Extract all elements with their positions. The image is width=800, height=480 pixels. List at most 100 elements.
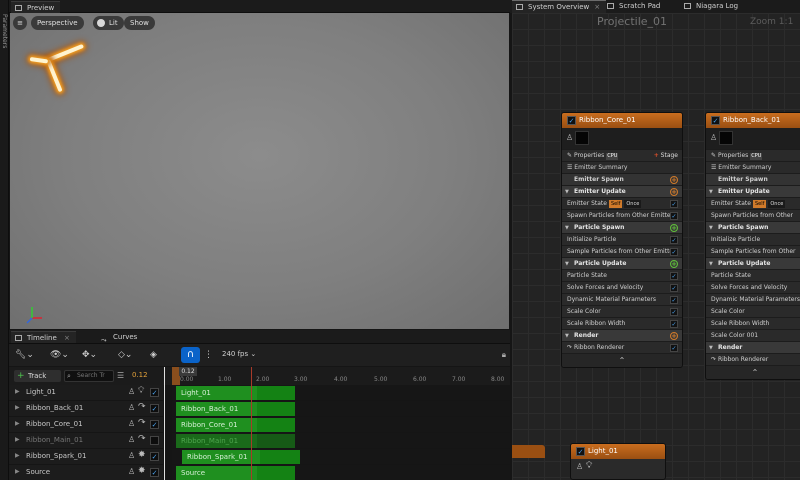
emitter-state-row[interactable]: Emitter State Self Once <box>706 197 800 209</box>
node-header[interactable]: ✓ Light_01 <box>571 444 665 459</box>
particle-update-section[interactable]: Particle Update <box>706 257 800 270</box>
emitter-summary-row[interactable]: ☰ Emitter Summary <box>562 161 682 173</box>
expand-arrow-icon[interactable]: ▶ <box>15 436 20 443</box>
module-row[interactable]: Dynamic Material Parameters <box>706 293 800 305</box>
emitter-summary-row[interactable]: ☰ Emitter Summary <box>706 161 800 173</box>
playhead-line[interactable] <box>164 367 165 480</box>
end-range-line[interactable] <box>251 367 252 480</box>
isolate-icon[interactable]: ♙ <box>128 435 135 444</box>
tab-preview[interactable]: Preview <box>11 1 61 13</box>
node-header[interactable]: ✓ Ribbon_Core_01 <box>562 113 682 128</box>
module-row[interactable]: Spawn Particles from Other Emitter ✓ <box>562 209 682 221</box>
isolate-icon[interactable]: ♙ <box>710 133 717 142</box>
module-row[interactable]: Initialize Particle <box>706 233 800 245</box>
module-row[interactable]: Solve Forces and Velocity <box>706 281 800 293</box>
add-module-icon[interactable]: + <box>670 260 678 268</box>
expand-arrow-icon[interactable]: ▶ <box>15 468 20 475</box>
track-header[interactable]: ▶ Ribbon_Back_01 ♙ ↷ ✓ <box>9 401 163 416</box>
track-row[interactable]: ▶ Ribbon_Main_01 ♙ ↷ Ribbon_Main_01 <box>9 433 510 449</box>
tab-curves[interactable]: ⤳ Curves <box>97 331 143 344</box>
track-section-bar[interactable]: Ribbon_Back_01 <box>176 402 295 416</box>
expand-arrow-icon[interactable]: ▶ <box>15 388 20 395</box>
module-row[interactable]: Scale Color <box>706 305 800 317</box>
add-module-icon[interactable]: + <box>670 188 678 196</box>
emitter-node-light[interactable]: ✓ Light_01 ♙ 💡︎ <box>570 443 666 480</box>
module-row[interactable]: Spawn Particles from Other Em <box>706 209 800 231</box>
track-enabled-checkbox[interactable]: ✓ <box>150 404 159 413</box>
module-enabled-checkbox[interactable]: ✓ <box>670 236 678 244</box>
add-module-icon[interactable]: + <box>670 224 678 232</box>
track-enabled-checkbox[interactable] <box>150 436 159 445</box>
emitter-update-section[interactable]: Emitter Update <box>706 185 800 198</box>
track-section-bar[interactable]: Ribbon_Main_01 <box>176 434 295 448</box>
track-enabled-checkbox[interactable]: ✓ <box>150 452 159 461</box>
properties-row[interactable]: ✎ Properties CPU + Stage <box>562 149 682 161</box>
track-lane[interactable]: Ribbon_Spark_01 <box>172 449 510 464</box>
module-row[interactable]: Scale Ribbon Width <box>706 317 800 329</box>
emitter-spawn-row[interactable]: Emitter Spawn + <box>562 173 682 185</box>
track-row[interactable]: ▶ Source ♙ ✸ ✓ Source <box>9 465 510 480</box>
track-lane[interactable]: Ribbon_Core_01 <box>172 417 510 432</box>
module-row[interactable]: Dynamic Material Parameters ✓ <box>562 293 682 305</box>
module-row[interactable]: Solve Forces and Velocity ✓ <box>562 281 682 293</box>
track-enabled-checkbox[interactable]: ✓ <box>150 388 159 397</box>
track-row[interactable]: ▶ Ribbon_Spark_01 ♙ ✸ ✓ Ribbon_Spark_01 <box>9 449 510 465</box>
lit-button[interactable]: Lit <box>93 16 124 30</box>
tab-timeline[interactable]: Timeline × <box>11 331 76 343</box>
emitter-node-ribbon-back[interactable]: ✓ Ribbon_Back_01 ♙ ✎ Properties CPU ☰ Emi… <box>705 112 800 380</box>
show-button[interactable]: Show <box>124 16 155 30</box>
filter-icon[interactable]: ☰ <box>117 371 124 380</box>
track-section-bar[interactable]: Ribbon_Core_01 <box>176 418 295 432</box>
emitter-enabled-checkbox[interactable]: ✓ <box>711 116 720 125</box>
parameters-side-tab[interactable]: Parameters <box>0 0 9 480</box>
add-track-button[interactable]: + Track <box>14 370 61 382</box>
isolate-icon[interactable]: ♙ <box>128 467 135 476</box>
module-enabled-checkbox[interactable]: ✓ <box>670 296 678 304</box>
expand-arrow-icon[interactable]: ▶ <box>15 452 20 459</box>
module-enabled-checkbox[interactable]: ✓ <box>670 272 678 280</box>
emitter-enabled-checkbox[interactable]: ✓ <box>567 116 576 125</box>
module-row[interactable]: Scale Color ✓ <box>562 305 682 317</box>
module-enabled-checkbox[interactable]: ✓ <box>670 320 678 328</box>
emitter-update-section[interactable]: Emitter Update + <box>562 185 682 198</box>
auto-key-icon[interactable]: ◈ <box>150 349 157 361</box>
module-enabled-checkbox[interactable]: ✓ <box>670 248 678 256</box>
tab-system-overview[interactable]: System Overview × <box>512 0 607 13</box>
track-enabled-checkbox[interactable]: ✓ <box>150 420 159 429</box>
emitter-enabled-checkbox[interactable]: ✓ <box>576 447 585 456</box>
track-enabled-checkbox[interactable]: ✓ <box>150 468 159 477</box>
module-row[interactable]: Initialize Particle ✓ <box>562 233 682 245</box>
isolate-icon[interactable]: ♙ <box>128 451 135 460</box>
module-row[interactable]: Scale Color 001 <box>706 329 800 341</box>
track-header[interactable]: ▶ Ribbon_Main_01 ♙ ↷ <box>9 433 163 448</box>
eye-icon[interactable]: 👁︎⌄ <box>50 349 69 361</box>
current-time-readout[interactable]: 0.12 <box>132 371 148 379</box>
perspective-button[interactable]: Perspective <box>31 16 84 30</box>
module-enabled-checkbox[interactable]: ✓ <box>670 212 678 220</box>
more-options-icon[interactable]: ⋮ <box>204 349 213 361</box>
fps-dropdown[interactable]: 240 fps ⌄ <box>222 350 256 358</box>
isolate-icon[interactable]: ♙ <box>128 403 135 412</box>
particle-spawn-section[interactable]: Particle Spawn <box>706 221 800 234</box>
particle-spawn-section[interactable]: Particle Spawn + <box>562 221 682 234</box>
snap-magnet-button[interactable]: ∩ <box>181 347 200 363</box>
renderer-row[interactable]: ↷ Ribbon Renderer <box>706 353 800 365</box>
preview-viewport[interactable]: ≡ Perspective Lit Show <box>10 13 509 329</box>
track-lane[interactable]: Ribbon_Back_01 <box>172 401 510 416</box>
track-header[interactable]: ▶ Ribbon_Spark_01 ♙ ✸ ✓ <box>9 449 163 464</box>
close-icon[interactable]: × <box>64 334 70 342</box>
isolate-icon[interactable]: ♙ <box>128 387 135 396</box>
collapse-node-button[interactable]: ⌃ <box>706 365 800 379</box>
node-header[interactable]: ✓ Ribbon_Back_01 <box>706 113 800 128</box>
particle-update-section[interactable]: Particle Update + <box>562 257 682 270</box>
add-renderer-icon[interactable]: + <box>670 332 678 340</box>
module-enabled-checkbox[interactable]: ✓ <box>670 200 678 208</box>
module-enabled-checkbox[interactable]: ✓ <box>670 284 678 292</box>
module-enabled-checkbox[interactable]: ✓ <box>670 308 678 316</box>
render-section[interactable]: Render + <box>562 329 682 342</box>
track-row[interactable]: ▶ Ribbon_Back_01 ♙ ↷ ✓ Ribbon_Back_01 <box>9 401 510 417</box>
keyframe-icon[interactable]: ◇⌄ <box>118 349 132 361</box>
render-section[interactable]: Render <box>706 341 800 354</box>
isolate-icon[interactable]: ♙ <box>128 419 135 428</box>
lock-icon[interactable]: 🔒︎ <box>502 350 506 360</box>
